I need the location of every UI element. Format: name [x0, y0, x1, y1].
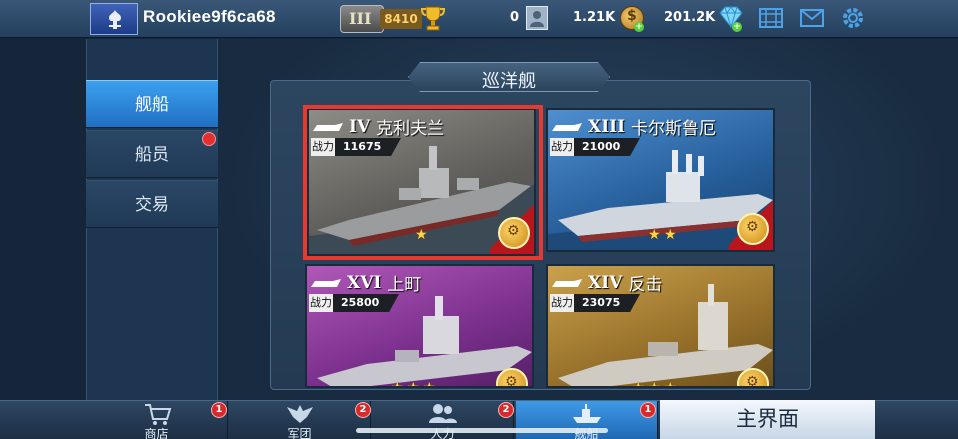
crew-card-icon[interactable]: [526, 6, 548, 30]
ship-card[interactable]: XVI 上町 战力 25800 ★ ★ ★ ⚙: [305, 264, 534, 388]
avatar-crest-icon: [109, 10, 121, 29]
home-button[interactable]: 主界面: [660, 400, 875, 439]
cruiser-class-icon: [552, 122, 582, 131]
power-value: 25800: [333, 294, 399, 312]
nav-label: 军团: [287, 427, 312, 439]
star-icon: ★: [648, 380, 661, 388]
gesture-bar[interactable]: [356, 428, 608, 433]
selected-card-highlight: [303, 105, 543, 260]
crew-notice-dot: [202, 132, 216, 146]
ship-icon: [573, 404, 601, 423]
sidebar-item-trade[interactable]: 交易: [86, 180, 218, 228]
nav-tab-shop[interactable]: 商店 1: [86, 401, 228, 439]
player-avatar[interactable]: [90, 3, 138, 35]
nav-tab-manpower[interactable]: 人力 2: [372, 401, 514, 439]
ship-tier: XIV: [588, 272, 623, 293]
power-label: 战力: [550, 294, 574, 312]
cruiser-class-icon: [311, 278, 341, 287]
rank-score: 8410: [380, 9, 422, 29]
nav-badge: 2: [355, 402, 371, 418]
video-icon[interactable]: [756, 4, 786, 32]
player-name: Rookiee9f6ca68: [143, 7, 276, 26]
nav-tab-legion[interactable]: 军团 2: [229, 401, 371, 439]
trophy-icon[interactable]: [421, 5, 445, 31]
power-value: 23075: [574, 294, 640, 312]
ship-name: 卡尔斯鲁厄: [631, 119, 717, 139]
rank-numeral: III: [349, 9, 372, 28]
nav-tab-ships[interactable]: 舰船 1: [516, 401, 658, 439]
power-label: 战力: [309, 294, 333, 312]
cart-icon: [145, 404, 172, 425]
people-icon: [429, 404, 457, 423]
power-value: 21000: [574, 138, 640, 156]
silver-count: 1.21K: [573, 10, 616, 25]
star-icon: ★: [407, 380, 420, 388]
rank-badge[interactable]: III: [340, 5, 384, 33]
power-label: 战力: [550, 138, 574, 156]
add-diamond-icon[interactable]: +: [732, 22, 742, 32]
upgrade-medal-icon[interactable]: ⚙: [737, 213, 769, 245]
gold-count: 201.2K: [664, 10, 716, 25]
star-icon: ★: [664, 227, 677, 243]
nav-badge: 2: [498, 402, 514, 418]
section-title-banner: 巡洋舰: [408, 62, 610, 92]
nav-label: 商店: [144, 427, 169, 439]
mail-icon[interactable]: [797, 4, 827, 32]
star-icon: ★: [423, 380, 436, 388]
star-icon: ★: [648, 227, 661, 243]
nav-badge: 1: [211, 402, 227, 418]
gear-icon[interactable]: [838, 4, 868, 32]
cruiser-class-icon: [552, 278, 582, 287]
ship-name: 上町: [387, 275, 422, 295]
ship-card[interactable]: XIII 卡尔斯鲁厄 战力 21000 ★ ★ ⚙: [546, 108, 775, 252]
section-title: 巡洋舰: [482, 71, 536, 92]
eagle-icon: [287, 405, 313, 423]
star-icon: ★: [632, 380, 645, 388]
sidebar-item-ships[interactable]: 舰船: [86, 80, 218, 128]
ship-tier: XIII: [588, 116, 626, 137]
ship-card[interactable]: XIV 反击 战力 23075 ★ ★ ★ ⚙: [546, 264, 775, 388]
ship-name: 反击: [628, 275, 663, 295]
nav-badge: 1: [640, 402, 656, 418]
star-icon: ★: [664, 380, 677, 388]
star-icon: ★: [391, 380, 404, 388]
ship-tier: XVI: [347, 272, 382, 293]
sidebar-item-crew[interactable]: 船员: [86, 130, 218, 178]
crew-count: 0: [510, 10, 520, 25]
add-coin-icon[interactable]: +: [634, 22, 644, 32]
